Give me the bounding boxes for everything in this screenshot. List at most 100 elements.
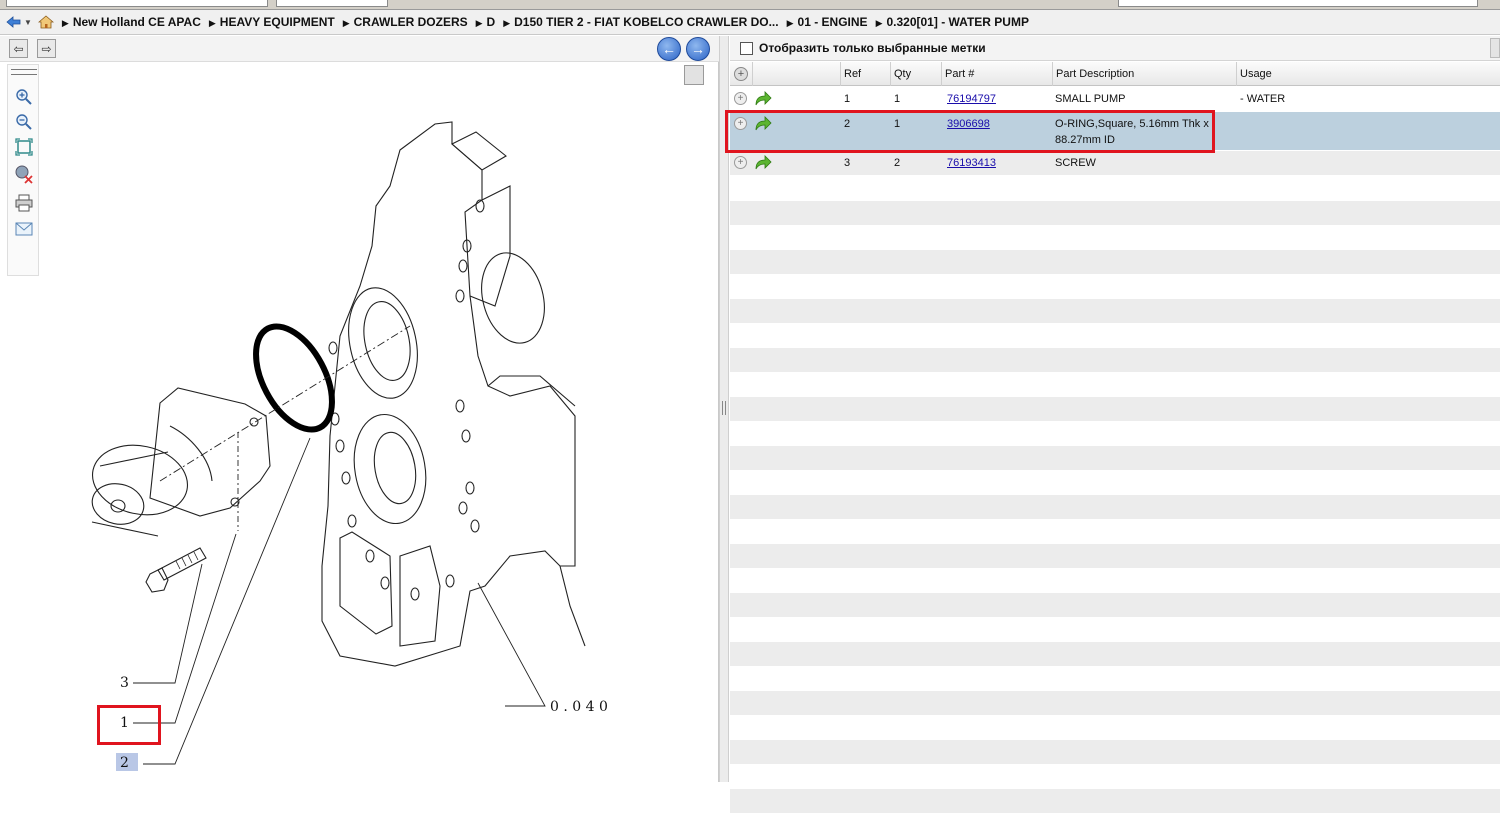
header-qty[interactable]: Qty [890,62,941,86]
print-button[interactable] [14,193,34,213]
zoom-out-icon [15,113,33,131]
top-window-strip [0,0,1500,10]
empty-row [730,740,1500,765]
empty-row [730,299,1500,324]
header-spacer [752,62,840,86]
splitter-grip-icon [722,401,726,415]
part-number-link[interactable]: 3906698 [947,116,990,132]
cell-qty: 2 [894,155,900,171]
header-part-description[interactable]: Part Description [1052,62,1236,86]
green-go-arrow-icon[interactable] [754,116,772,132]
expand-plus-icon: + [738,68,744,80]
empty-row [730,617,1500,642]
cell-ref: 1 [844,91,850,107]
empty-row [730,764,1500,789]
breadcrumb-item-page[interactable]: 0.320[01] - WATER PUMP [876,15,1029,29]
housing-lower-edge [560,566,585,646]
diagram-pane: ⇦ ⇨ ← → [0,36,719,782]
table-row[interactable]: + 1 1 76194797 SMALL PUMP - WATER [730,87,1500,111]
breadcrumb-item-brand[interactable]: New Holland CE APAC [62,15,201,29]
axis-centre-line [160,326,410,481]
lower-cutout-left [340,532,392,634]
lower-bore-inner [369,429,421,507]
top-field-middle[interactable] [276,0,388,7]
flange-hole-top [250,418,258,426]
callout-2[interactable]: 2 [120,755,129,771]
empty-row [730,176,1500,201]
empty-row [730,519,1500,544]
back-dropdown-icon[interactable]: ▼ [24,18,32,27]
callout-3[interactable]: 3 [120,675,129,691]
mounting-holes [329,200,484,600]
header-ref[interactable]: Ref [840,62,890,86]
breadcrumb-item-category[interactable]: HEAVY EQUIPMENT [209,15,335,29]
nav-previous-button[interactable]: ← [657,37,681,61]
leader-line-ref [478,583,545,706]
row-expand-icon[interactable]: + [734,92,747,105]
pump-flange-edge [170,426,212,481]
empty-row [730,250,1500,275]
previous-page-button[interactable]: ⇦ [9,39,28,58]
empty-row [730,470,1500,495]
nav-next-button[interactable]: → [686,37,710,61]
row-expand-icon[interactable]: + [734,156,747,169]
grid-header: + Ref Qty Part # Part Description Usage [730,62,1500,86]
zoom-in-icon [15,88,33,106]
header-part-number[interactable]: Part # [941,62,1052,86]
left-circle-arrow-icon: ← [662,41,676,57]
lower-bore [346,409,434,529]
breadcrumb-item-letter[interactable]: D [476,15,496,29]
pane-splitter[interactable] [719,36,729,782]
right-circle-arrow-icon: → [691,41,705,57]
header-usage[interactable]: Usage [1236,62,1500,86]
housing-outline [322,122,575,666]
top-field-left[interactable] [6,0,268,7]
callout-1[interactable]: 1 [120,715,129,731]
breadcrumb-item-type[interactable]: CRAWLER DOZERS [343,15,468,29]
empty-row [730,446,1500,471]
vertical-scrollbar[interactable] [1490,38,1500,58]
empty-row [730,593,1500,618]
arrow-right-icon: ⇨ [41,42,51,56]
part-number-link[interactable]: 76193413 [947,155,996,171]
email-button[interactable] [14,219,34,239]
pump-body [86,437,194,523]
table-row[interactable]: + 3 2 76193413 SCREW [730,151,1500,175]
empty-row [730,348,1500,373]
green-go-arrow-icon[interactable] [754,91,772,107]
green-go-arrow-icon[interactable] [754,155,772,171]
reset-zoom-button[interactable] [14,164,34,184]
breadcrumb-item-model[interactable]: D150 TIER 2 - FIAT KOBELCO CRAWLER DO... [503,15,778,29]
empty-row [730,544,1500,569]
fit-page-button[interactable] [14,137,34,157]
arrow-left-icon: ⇦ [13,42,23,56]
row-expand-icon[interactable]: + [734,117,747,130]
expand-all-button[interactable]: + [734,67,748,81]
overview-toggle-button[interactable] [684,65,704,85]
show-selected-checkbox[interactable] [740,42,753,55]
empty-row [730,715,1500,740]
cell-description: SMALL PUMP [1055,91,1126,107]
home-icon[interactable] [38,14,54,30]
next-page-button[interactable]: ⇨ [37,39,56,58]
breadcrumb-item-section[interactable]: 01 - ENGINE [787,15,868,29]
part-number-link[interactable]: 76194797 [947,91,996,107]
back-arrow-icon[interactable] [6,14,22,30]
empty-row [730,421,1500,446]
reset-zoom-icon [14,164,34,184]
upper-bore-inner [357,297,417,384]
parts-diagram[interactable]: 3 1 2 0 . 0 4 0 [40,86,680,776]
cell-usage: - WATER [1240,91,1285,107]
table-row-selected[interactable]: + 2 1 3906698 O-RING,Square, 5.16mm Thk … [730,112,1500,150]
cell-qty: 1 [894,116,900,132]
top-field-right[interactable] [1118,0,1478,7]
diagram-toolbar: ⇦ ⇨ ← → [0,36,719,62]
empty-row [730,397,1500,422]
empty-row [730,666,1500,691]
cell-qty: 1 [894,91,900,107]
zoom-out-button[interactable] [14,112,34,132]
empty-row [730,225,1500,250]
reference-label: 0 . 0 4 0 [550,699,608,715]
parts-list-pane: Отобразить только выбранные метки + Ref … [730,36,1500,782]
zoom-in-button[interactable] [14,87,34,107]
